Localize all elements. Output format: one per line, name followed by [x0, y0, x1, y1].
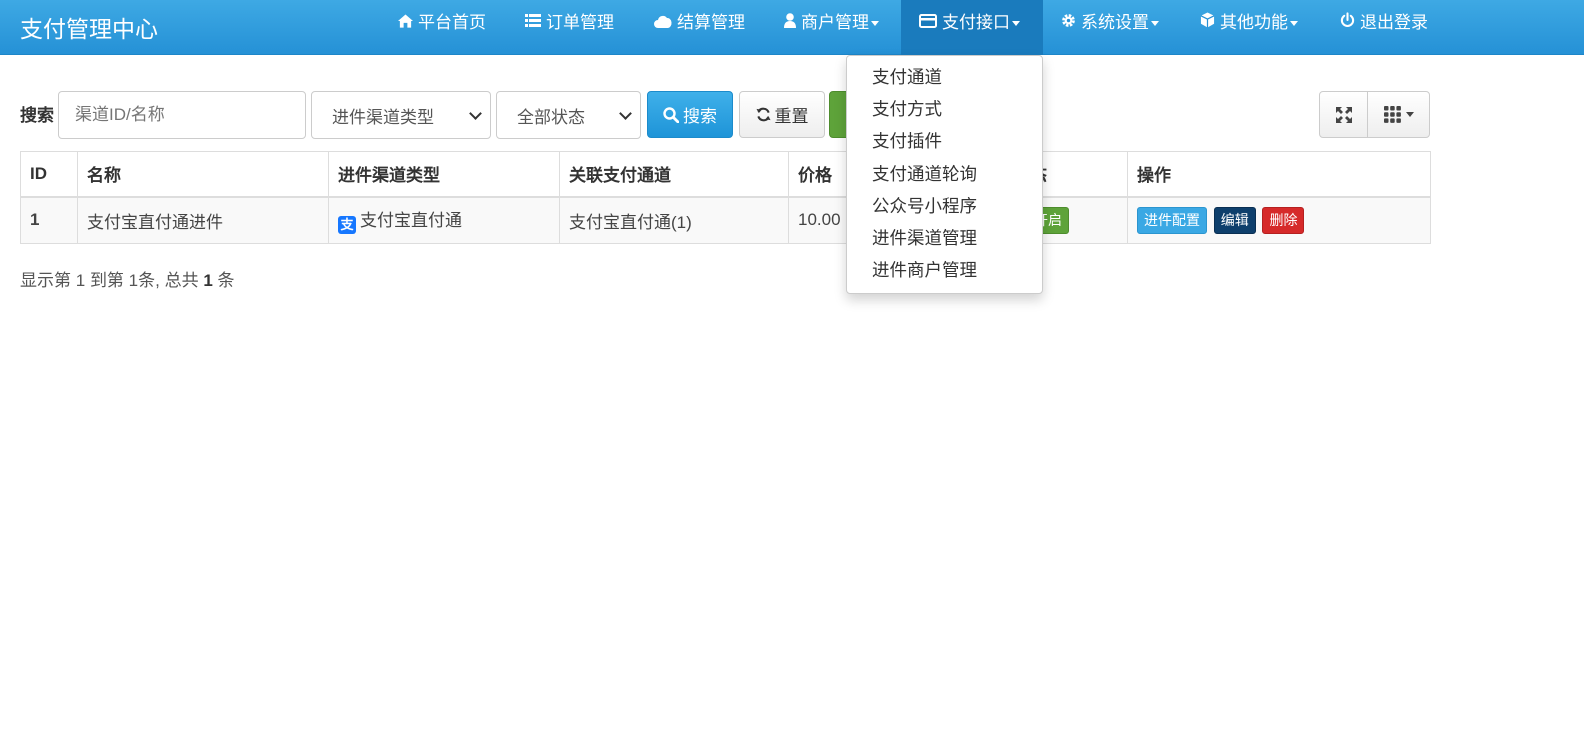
onboarding-config-button[interactable]: 进件配置 — [1137, 206, 1207, 234]
menu-item-payment-methods[interactable]: 支付方式 — [847, 93, 1042, 125]
nav-merchants-label: 商户管理 — [801, 13, 869, 32]
nav-payment-interface[interactable]: 支付接口 — [901, 0, 1043, 55]
home-icon — [398, 0, 413, 45]
credit-card-icon — [919, 0, 937, 45]
nav-orders[interactable]: 订单管理 — [525, 0, 614, 55]
search-label: 搜索 — [20, 106, 54, 125]
search-input[interactable] — [58, 91, 306, 139]
nav-settlement-label: 结算管理 — [677, 13, 745, 32]
column-header-linked-channel[interactable]: 关联支付通道 — [559, 151, 789, 198]
caret-down-icon — [1151, 21, 1159, 26]
pagination-prefix: 显示第 — [20, 271, 71, 290]
pagination-to: 到第 — [89, 271, 124, 290]
nav-payment-interface-label: 支付接口 — [942, 13, 1010, 32]
nav-logout-label: 退出登录 — [1360, 13, 1428, 32]
chevron-down-icon — [469, 107, 482, 120]
cube-icon — [1200, 0, 1215, 45]
cell-linked-channel: 支付宝直付通(1) — [559, 196, 789, 244]
payment-interface-dropdown: 支付通道 支付方式 支付插件 支付通道轮询 公众号小程序 进件渠道管理 进件商户… — [846, 55, 1043, 294]
refresh-icon — [755, 107, 771, 122]
top-navbar: 支付管理中心 平台首页 订单管理 结算管理 商户管理 支付接口 系统设置 其他功… — [0, 0, 1584, 55]
pagination-suffix: 条 — [217, 271, 235, 290]
user-icon — [784, 0, 796, 45]
table-row: 1 支付宝直付通进件 支支付宝直付通 支付宝直付通(1) 10.00 开启 进件… — [20, 196, 1431, 244]
cell-name: 支付宝直付通进件 — [77, 196, 329, 244]
menu-item-channel-polling[interactable]: 支付通道轮询 — [847, 158, 1042, 190]
chevron-down-icon — [619, 107, 632, 120]
cloud-icon — [654, 0, 672, 45]
power-icon — [1340, 0, 1355, 45]
cell-actions: 进件配置 编辑 删除 — [1127, 196, 1431, 244]
reset-button[interactable]: 重置 — [739, 91, 825, 138]
pagination-total: 1 — [203, 271, 213, 290]
search-button-label: 搜索 — [683, 107, 717, 126]
gear-icon — [1061, 0, 1076, 45]
table-header-row: ID 名称 进件渠道类型 关联支付通道 价格 状态 操作 — [20, 151, 1431, 198]
fullscreen-button[interactable] — [1319, 91, 1368, 138]
nav-logout[interactable]: 退出登录 — [1340, 0, 1428, 55]
nav-other-functions-label: 其他功能 — [1220, 13, 1288, 32]
delete-button[interactable]: 删除 — [1262, 206, 1305, 234]
pagination-start: 1 — [75, 271, 86, 290]
cell-id: 1 — [20, 196, 78, 244]
column-header-actions: 操作 — [1127, 151, 1431, 198]
fullscreen-icon — [1335, 106, 1353, 124]
nav-system-settings-label: 系统设置 — [1081, 13, 1149, 32]
column-header-name[interactable]: 名称 — [77, 151, 329, 198]
status-select[interactable]: 全部状态 — [496, 91, 641, 139]
search-icon — [663, 106, 679, 123]
caret-down-icon — [1405, 112, 1414, 117]
menu-item-onboarding-channels[interactable]: 进件渠道管理 — [847, 222, 1042, 254]
columns-toggle-button[interactable] — [1367, 91, 1430, 138]
menu-item-payment-plugins[interactable]: 支付插件 — [847, 125, 1042, 157]
channel-type-select-value: 进件渠道类型 — [332, 107, 434, 127]
channel-type-select[interactable]: 进件渠道类型 — [311, 91, 491, 139]
nav-merchants[interactable]: 商户管理 — [784, 0, 879, 55]
search-button[interactable]: 搜索 — [647, 91, 733, 138]
pagination-info: 显示第 1 到第 1条, 总共 1 条 — [20, 266, 235, 291]
column-header-channel-type[interactable]: 进件渠道类型 — [328, 151, 560, 198]
cell-channel-type: 支支付宝直付通 — [328, 196, 560, 244]
status-select-value: 全部状态 — [517, 107, 585, 127]
pagination-mid: 条, 总共 — [138, 271, 199, 290]
brand-title[interactable]: 支付管理中心 — [20, 10, 158, 44]
nav-orders-label: 订单管理 — [546, 13, 614, 32]
list-icon — [525, 0, 541, 45]
nav-system-settings[interactable]: 系统设置 — [1061, 0, 1159, 55]
nav-home[interactable]: 平台首页 — [398, 0, 486, 55]
cell-channel-type-label: 支付宝直付通 — [360, 211, 462, 231]
edit-button[interactable]: 编辑 — [1213, 206, 1256, 234]
channels-table: ID 名称 进件渠道类型 关联支付通道 价格 状态 操作 1 支付宝直付通进件 … — [20, 151, 1431, 244]
menu-item-payment-channels[interactable]: 支付通道 — [847, 61, 1042, 93]
menu-item-onboarding-merchants[interactable]: 进件商户管理 — [847, 254, 1042, 286]
column-header-id[interactable]: ID — [20, 151, 78, 198]
nav-settlement[interactable]: 结算管理 — [654, 0, 745, 55]
reset-button-label: 重置 — [774, 107, 809, 126]
pagination-end: 1 — [128, 271, 139, 290]
nav-other-functions[interactable]: 其他功能 — [1200, 0, 1298, 55]
caret-down-icon — [1012, 21, 1020, 26]
caret-down-icon — [1290, 21, 1298, 26]
caret-down-icon — [871, 21, 879, 26]
nav-home-label: 平台首页 — [418, 13, 486, 32]
alipay-icon: 支 — [338, 216, 356, 235]
menu-item-official-account-miniprogram[interactable]: 公众号小程序 — [847, 190, 1042, 222]
grid-icon — [1383, 106, 1401, 123]
